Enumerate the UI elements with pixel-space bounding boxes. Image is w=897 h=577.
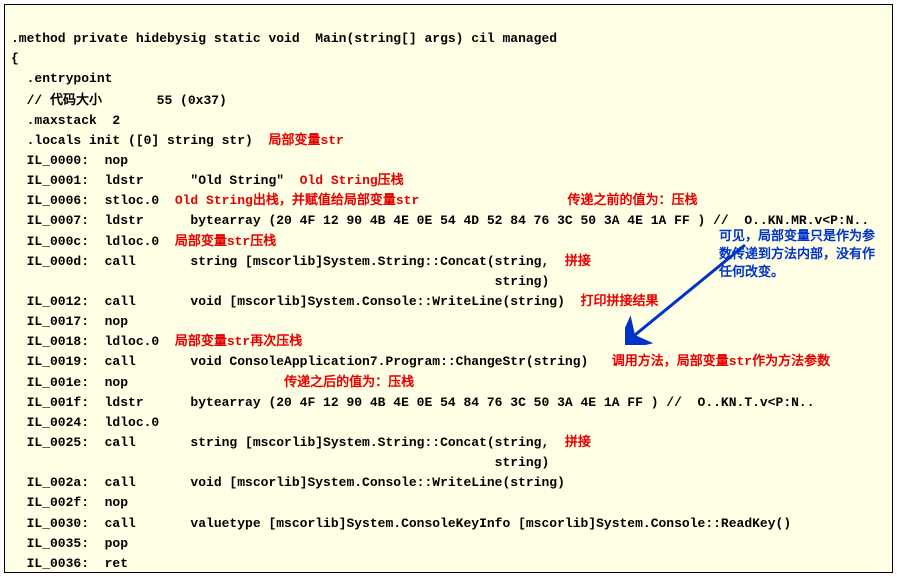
line: IL_0019: call void ConsoleApplication7.P…	[11, 354, 830, 369]
annotation-concat: 拼接	[565, 254, 591, 269]
annotation-localvar-push: 局部变量str压栈	[175, 234, 276, 249]
line: IL_0036: ret	[11, 556, 128, 571]
il-code-block: .method private hidebysig static void Ma…	[5, 5, 892, 573]
line: {	[11, 51, 19, 66]
code-frame: .method private hidebysig static void Ma…	[4, 4, 893, 573]
line: IL_0035: pop	[11, 536, 128, 551]
line: .entrypoint	[11, 71, 112, 86]
line: IL_0025: call string [mscorlib]System.St…	[11, 435, 591, 450]
line: IL_0006: stloc.0 Old String出栈，并赋值给局部变量st…	[11, 193, 698, 208]
line: IL_0018: ldloc.0 局部变量str再次压栈	[11, 334, 302, 349]
line: IL_0000: nop	[11, 153, 128, 168]
annotation-print-result: 打印拼接结果	[581, 294, 659, 309]
line: // 代码大小 55 (0x37)	[11, 93, 227, 108]
annotation-call-method: 调用方法，局部变量str作为方法参数	[612, 354, 830, 369]
line: string)	[11, 455, 549, 470]
annotation-before-value: 传递之前的值为：压栈	[567, 193, 697, 208]
line: IL_002a: call void [mscorlib]System.Cons…	[11, 475, 565, 490]
line: IL_0017: nop	[11, 314, 128, 329]
annotation-oldstring-push: Old String压栈	[300, 173, 404, 188]
line: IL_000c: ldloc.0 局部变量str压栈	[11, 234, 276, 249]
line: string)	[11, 274, 549, 289]
annotation-local-var: 局部变量str	[268, 133, 343, 148]
callout-explanation: 可见，局部变量只是作为参数传递到方法内部，没有作任何改变。	[719, 227, 884, 282]
line: IL_0012: call void [mscorlib]System.Cons…	[11, 294, 659, 309]
line: IL_001e: nop 传递之后的值为：压栈	[11, 375, 414, 390]
line: IL_0001: ldstr "Old String" Old String压栈	[11, 173, 404, 188]
line: .locals init ([0] string str) 局部变量str	[11, 133, 344, 148]
annotation-localvar-push-again: 局部变量str再次压栈	[175, 334, 302, 349]
line: IL_002f: nop	[11, 495, 128, 510]
line: IL_0030: call valuetype [mscorlib]System…	[11, 516, 791, 531]
annotation-oldstring-pop: Old String出栈，并赋值给局部变量str	[175, 193, 419, 208]
annotation-concat2: 拼接	[565, 435, 591, 450]
line: IL_0024: ldloc.0	[11, 415, 159, 430]
line: IL_001f: ldstr bytearray (20 4F 12 90 4B…	[11, 395, 815, 410]
line: .method private hidebysig static void Ma…	[11, 31, 557, 46]
line: .maxstack 2	[11, 113, 120, 128]
line: IL_000d: call string [mscorlib]System.St…	[11, 254, 591, 269]
annotation-after-value: 传递之后的值为：压栈	[284, 375, 414, 390]
